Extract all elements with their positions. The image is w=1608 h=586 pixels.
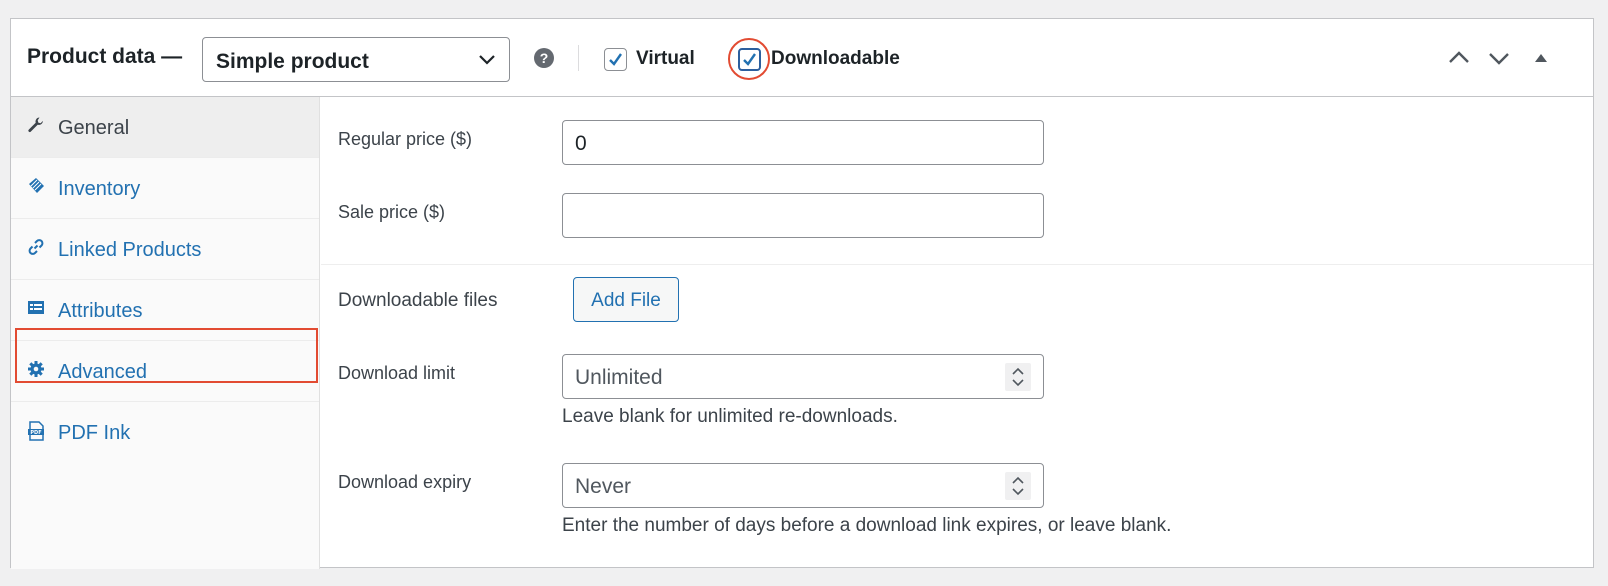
spinner-arrows-icon: [1012, 476, 1024, 496]
download-limit-help: Leave blank for unlimited re-downloads.: [562, 406, 898, 427]
download-expiry-label: Download expiry: [338, 472, 472, 492]
help-icon[interactable]: ?: [534, 48, 554, 68]
tag-icon: [27, 177, 45, 195]
tab-general[interactable]: General: [11, 97, 319, 158]
regular-price-input[interactable]: 0: [562, 120, 1044, 165]
sale-price-input[interactable]: [562, 193, 1044, 238]
downloadable-checkbox[interactable]: [738, 48, 761, 71]
link-icon: [27, 238, 45, 256]
general-panel: Regular price ($) 0 Sale price ($) Downl…: [321, 97, 1593, 567]
panel-title: Product data —: [27, 45, 183, 68]
downloadable-label[interactable]: Downloadable: [771, 48, 900, 70]
number-spinner[interactable]: [1005, 363, 1031, 391]
tab-label: General: [58, 117, 130, 139]
wrench-icon: [27, 116, 45, 134]
tab-label: Linked Products: [58, 239, 202, 261]
sale-price-label: Sale price ($): [338, 202, 446, 222]
divider: [578, 45, 579, 71]
chevron-down-icon[interactable]: [1487, 46, 1511, 70]
download-expiry-placeholder: Never: [575, 475, 632, 498]
chevron-up-icon[interactable]: [1447, 46, 1471, 70]
tab-pdf-ink[interactable]: PDF PDF Ink: [11, 402, 319, 463]
regular-price-label: Regular price ($): [338, 129, 473, 149]
spinner-arrows-icon: [1012, 367, 1024, 387]
tab-label: PDF Ink: [58, 422, 131, 444]
checkmark-icon: [609, 53, 622, 66]
download-limit-placeholder: Unlimited: [575, 366, 663, 389]
tab-linked-products[interactable]: Linked Products: [11, 219, 319, 280]
virtual-label[interactable]: Virtual: [636, 48, 695, 70]
chevron-down-icon: [477, 52, 497, 68]
checkmark-icon: [743, 53, 756, 66]
svg-text:PDF: PDF: [30, 430, 41, 436]
product-data-panel: Product data — Simple product ? Virtual …: [10, 18, 1594, 569]
downloadable-files-label: Downloadable files: [338, 290, 498, 311]
regular-price-value: 0: [575, 132, 587, 155]
virtual-checkbox[interactable]: [604, 48, 627, 71]
tab-label: Inventory: [58, 178, 141, 200]
download-expiry-help: Enter the number of days before a downlo…: [562, 515, 1172, 536]
section-divider: [321, 264, 1593, 265]
add-file-button[interactable]: Add File: [573, 277, 679, 322]
number-spinner[interactable]: [1005, 472, 1031, 500]
product-type-value: Simple product: [216, 50, 369, 73]
highlight-box: [15, 328, 318, 383]
download-expiry-input[interactable]: Never: [562, 463, 1044, 508]
list-icon: [27, 299, 45, 317]
product-data-header: Product data — Simple product ? Virtual …: [11, 19, 1593, 97]
collapse-triangle-icon[interactable]: [1529, 46, 1553, 70]
download-limit-input[interactable]: Unlimited: [562, 354, 1044, 399]
tab-inventory[interactable]: Inventory: [11, 158, 319, 219]
tab-label: Attributes: [58, 300, 143, 322]
product-type-select[interactable]: Simple product: [202, 37, 510, 82]
download-limit-label: Download limit: [338, 363, 456, 383]
pdf-icon: PDF: [27, 421, 45, 441]
